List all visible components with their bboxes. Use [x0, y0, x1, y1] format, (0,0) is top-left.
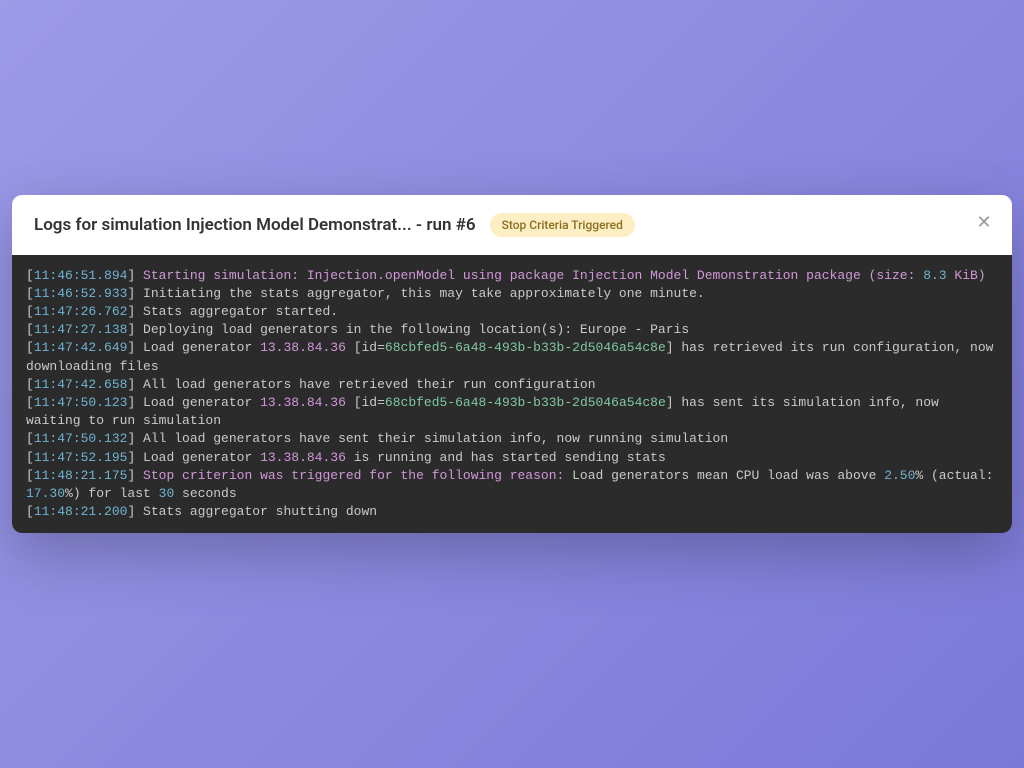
bracket-open: [: [26, 377, 34, 392]
title-prefix: Logs for simulation: [34, 215, 182, 235]
bracket-close: ]: [127, 395, 143, 410]
log-fragment: 17.30: [26, 486, 65, 501]
log-timestamp: 11:47:26.762: [34, 304, 128, 319]
log-timestamp: 11:48:21.175: [34, 468, 128, 483]
log-line: [11:47:50.123] Load generator 13.38.84.3…: [26, 394, 998, 430]
modal-title: Logs for simulation Injection Model Demo…: [34, 215, 476, 235]
log-timestamp: 11:46:52.933: [34, 286, 128, 301]
bracket-open: [: [26, 286, 34, 301]
log-line: [11:47:27.138] Deploying load generators…: [26, 321, 998, 339]
log-fragment: Stats aggregator started.: [143, 304, 338, 319]
log-timestamp: 11:47:42.649: [34, 340, 128, 355]
log-line: [11:47:42.649] Load generator 13.38.84.3…: [26, 339, 998, 375]
bracket-open: [: [26, 340, 34, 355]
log-fragment: Load generator: [143, 450, 260, 465]
bracket-open: [: [26, 504, 34, 519]
log-timestamp: 11:48:21.200: [34, 504, 128, 519]
log-fragment: [id=: [346, 395, 385, 410]
log-fragment: 68cbfed5-6a48-493b-b33b-2d5046a54c8e: [385, 340, 666, 355]
log-fragment: KiB): [947, 268, 986, 283]
bracket-close: ]: [127, 431, 143, 446]
log-fragment: All load generators have sent their simu…: [143, 431, 728, 446]
log-fragment: Deploying load generators in the followi…: [143, 322, 689, 337]
log-line: [11:47:52.195] Load generator 13.38.84.3…: [26, 449, 998, 467]
log-fragment: Stats aggregator shutting down: [143, 504, 377, 519]
close-button[interactable]: ✕: [972, 211, 996, 235]
close-icon: ✕: [976, 212, 991, 233]
log-fragment: Initiating the stats aggregator, this ma…: [143, 286, 705, 301]
logs-modal: Logs for simulation Injection Model Demo…: [12, 195, 1012, 534]
bracket-open: [: [26, 268, 34, 283]
modal-header: Logs for simulation Injection Model Demo…: [12, 195, 1012, 255]
log-fragment: Load generator: [143, 340, 260, 355]
log-line: [11:47:42.658] All load generators have …: [26, 376, 998, 394]
log-line: [11:47:50.132] All load generators have …: [26, 430, 998, 448]
bracket-close: ]: [127, 450, 143, 465]
title-sim-name: Injection Model Demonstrat...: [186, 215, 412, 235]
log-timestamp: 11:47:52.195: [34, 450, 128, 465]
log-fragment: Stop criterion was triggered for the fol…: [143, 468, 572, 483]
log-fragment: seconds: [174, 486, 236, 501]
log-timestamp: 11:46:51.894: [34, 268, 128, 283]
bracket-close: ]: [127, 268, 143, 283]
log-fragment: 8.3: [923, 268, 946, 283]
log-line: [11:48:21.175] Stop criterion was trigge…: [26, 467, 998, 503]
log-fragment: Load generators mean CPU load was above: [572, 468, 884, 483]
log-timestamp: 11:47:50.132: [34, 431, 128, 446]
log-fragment: %) for last: [65, 486, 159, 501]
log-fragment: 2.50: [884, 468, 915, 483]
title-run: - run #6: [416, 215, 476, 235]
bracket-close: ]: [127, 340, 143, 355]
bracket-open: [: [26, 304, 34, 319]
log-line: [11:47:26.762] Stats aggregator started.: [26, 303, 998, 321]
bracket-open: [: [26, 468, 34, 483]
log-line: [11:46:51.894] Starting simulation: Inje…: [26, 267, 998, 285]
log-fragment: Starting simulation: Injection.openModel…: [143, 268, 923, 283]
bracket-close: ]: [127, 322, 143, 337]
log-timestamp: 11:47:50.123: [34, 395, 128, 410]
log-timestamp: 11:47:27.138: [34, 322, 128, 337]
log-fragment: % (actual:: [915, 468, 1001, 483]
bracket-open: [: [26, 395, 34, 410]
log-output[interactable]: [11:46:51.894] Starting simulation: Inje…: [12, 255, 1012, 534]
log-fragment: 30: [159, 486, 175, 501]
log-timestamp: 11:47:42.658: [34, 377, 128, 392]
bracket-close: ]: [127, 468, 143, 483]
log-fragment: All load generators have retrieved their…: [143, 377, 595, 392]
bracket-close: ]: [127, 377, 143, 392]
log-fragment: 13.38.84.36: [260, 395, 346, 410]
bracket-close: ]: [127, 304, 143, 319]
log-line: [11:46:52.933] Initiating the stats aggr…: [26, 285, 998, 303]
status-badge: Stop Criteria Triggered: [490, 213, 635, 237]
log-line: [11:48:21.200] Stats aggregator shutting…: [26, 503, 998, 521]
log-fragment: Load generator: [143, 395, 260, 410]
bracket-open: [: [26, 322, 34, 337]
bracket-close: ]: [127, 286, 143, 301]
bracket-open: [: [26, 431, 34, 446]
log-fragment: 13.38.84.36: [260, 450, 346, 465]
bracket-close: ]: [127, 504, 143, 519]
bracket-open: [: [26, 450, 34, 465]
log-fragment: is running and has started sending stats: [346, 450, 666, 465]
log-fragment: 68cbfed5-6a48-493b-b33b-2d5046a54c8e: [385, 395, 666, 410]
log-fragment: [id=: [346, 340, 385, 355]
log-fragment: 13.38.84.36: [260, 340, 346, 355]
